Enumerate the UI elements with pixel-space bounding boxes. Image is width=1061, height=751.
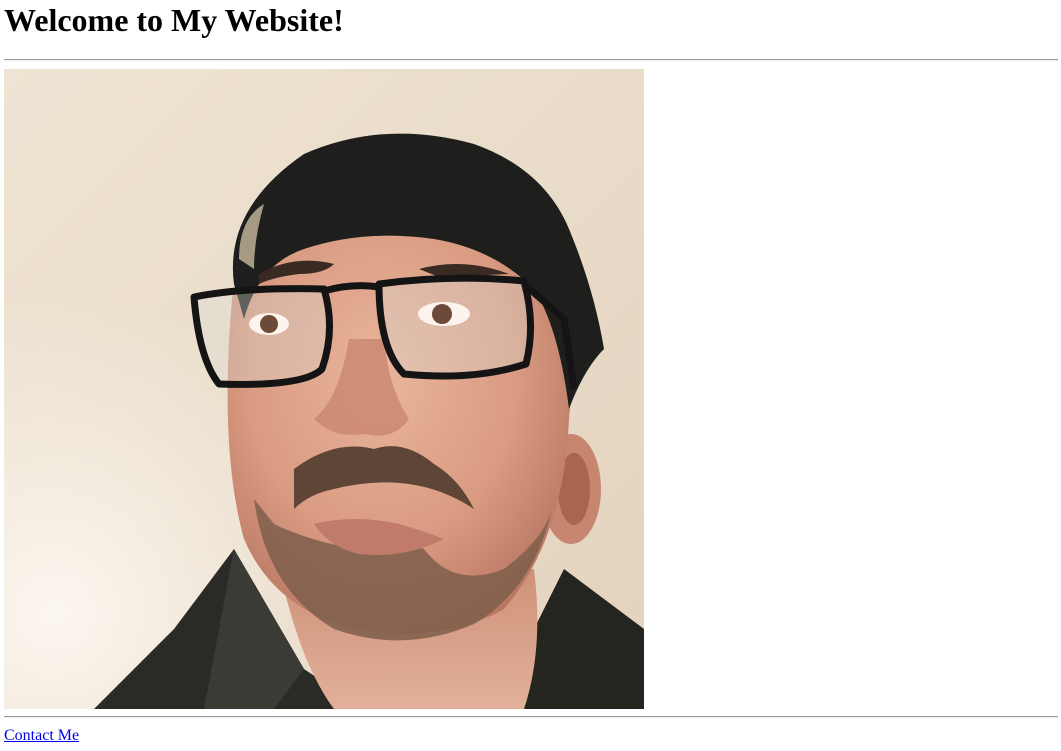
page-title: Welcome to My Website! <box>4 2 344 38</box>
portrait-image <box>4 69 644 709</box>
contact-link[interactable]: Contact Me <box>4 727 79 745</box>
page: Welcome to My Website! Contact Me <box>0 0 1061 751</box>
top-divider <box>4 59 1058 61</box>
bottom-divider <box>4 716 1058 718</box>
portrait-illustration-icon <box>4 69 644 709</box>
